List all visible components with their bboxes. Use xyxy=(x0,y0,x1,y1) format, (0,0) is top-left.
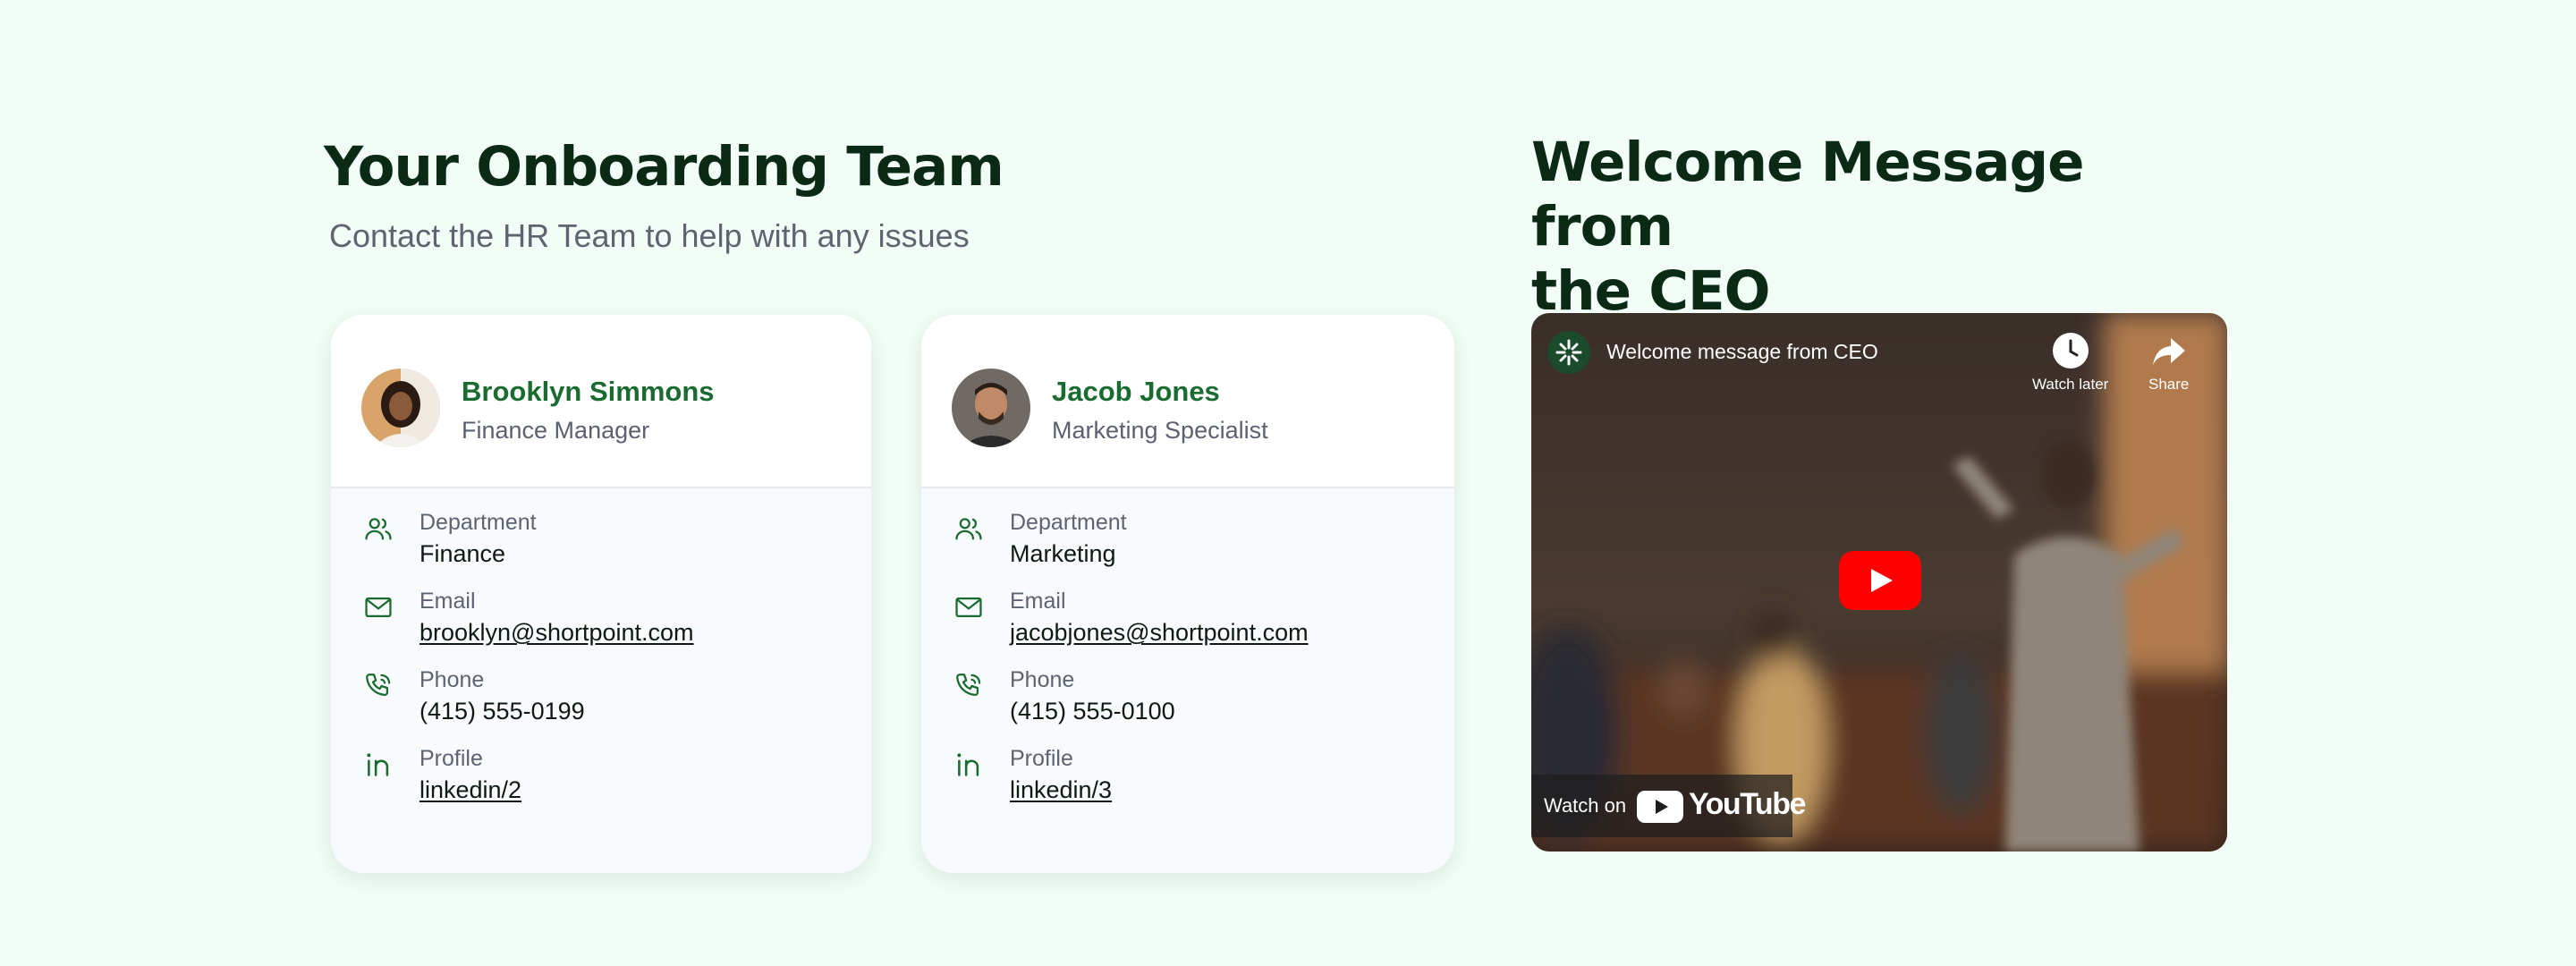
contact-fields: Department Marketing Email jacobjones@sh… xyxy=(921,510,1454,825)
email-link[interactable]: brooklyn@shortpoint.com xyxy=(419,619,694,647)
linkedin-icon xyxy=(953,750,984,780)
ceo-section: Welcome Message from the CEO xyxy=(1531,131,2229,324)
watch-later-button[interactable]: Watch later xyxy=(2032,331,2108,394)
card-header: Brooklyn Simmons Finance Manager xyxy=(331,315,871,488)
share-label: Share xyxy=(2148,376,2190,393)
field-label: Profile xyxy=(419,746,483,771)
field-label: Email xyxy=(1010,589,1066,614)
member-role: Finance Manager xyxy=(462,417,650,444)
profile-link[interactable]: linkedin/2 xyxy=(419,776,521,804)
avatar xyxy=(361,369,440,447)
mail-icon xyxy=(953,592,984,623)
field-department: Department Finance xyxy=(331,510,871,589)
watch-on-label: Watch on xyxy=(1544,794,1627,817)
watch-later-label: Watch later xyxy=(2032,376,2109,393)
section-title: Your Onboarding Team xyxy=(324,135,1004,199)
field-phone: Phone (415) 555-0199 xyxy=(331,667,871,746)
member-role: Marketing Specialist xyxy=(1052,417,1268,444)
profile-link[interactable]: linkedin/3 xyxy=(1010,776,1112,804)
ceo-section-title: Welcome Message from the CEO xyxy=(1531,131,2229,324)
field-profile: Profile linkedin/2 xyxy=(331,746,871,825)
team-member-card: Jacob Jones Marketing Specialist Departm… xyxy=(921,315,1454,873)
contact-fields: Department Finance Email brooklyn@shortp… xyxy=(331,510,871,825)
channel-logo-icon[interactable] xyxy=(1547,331,1590,374)
users-icon xyxy=(953,513,984,544)
field-label: Phone xyxy=(419,667,485,692)
video-title[interactable]: Welcome message from CEO xyxy=(1606,340,1878,364)
linkedin-icon xyxy=(363,750,394,780)
field-phone: Phone (415) 555-0100 xyxy=(921,667,1454,746)
field-value: Finance xyxy=(419,540,506,567)
share-button[interactable]: Share xyxy=(2148,331,2189,394)
field-department: Department Marketing xyxy=(921,510,1454,589)
field-value: (415) 555-0199 xyxy=(419,698,585,724)
field-label: Department xyxy=(1010,510,1127,535)
member-name: Jacob Jones xyxy=(1052,376,1220,407)
clock-icon xyxy=(2051,331,2090,370)
field-value: Marketing xyxy=(1010,540,1116,567)
play-button[interactable] xyxy=(1839,551,1921,610)
field-label: Phone xyxy=(1010,667,1075,692)
field-label: Profile xyxy=(1010,746,1073,771)
avatar xyxy=(952,369,1030,447)
youtube-wordmark: YouTube xyxy=(1689,787,1806,821)
title-line: Welcome Message from xyxy=(1531,131,2085,258)
onboarding-team-section: Your Onboarding Team Contact the HR Team… xyxy=(324,134,1469,255)
team-member-card: Brooklyn Simmons Finance Manager Departm… xyxy=(331,315,871,873)
field-value: (415) 555-0100 xyxy=(1010,698,1175,724)
section-subtitle: Contact the HR Team to help with any iss… xyxy=(329,217,970,255)
member-name: Brooklyn Simmons xyxy=(462,376,715,407)
watch-on-youtube-link[interactable]: Watch on YouTube xyxy=(1531,775,1806,837)
users-icon xyxy=(363,513,394,544)
mail-icon xyxy=(363,592,394,623)
card-header: Jacob Jones Marketing Specialist xyxy=(921,315,1454,488)
field-email: Email brooklyn@shortpoint.com xyxy=(331,589,871,667)
youtube-logo-icon xyxy=(1637,791,1683,823)
field-label: Department xyxy=(419,510,537,535)
field-label: Email xyxy=(419,589,476,614)
video-player[interactable]: Welcome message from CEO Watch later Sha… xyxy=(1531,313,2227,852)
share-icon xyxy=(2149,331,2189,370)
field-email: Email jacobjones@shortpoint.com xyxy=(921,589,1454,667)
phone-icon xyxy=(363,671,394,701)
field-profile: Profile linkedin/3 xyxy=(921,746,1454,825)
email-link[interactable]: jacobjones@shortpoint.com xyxy=(1010,619,1309,647)
phone-icon xyxy=(953,671,984,701)
